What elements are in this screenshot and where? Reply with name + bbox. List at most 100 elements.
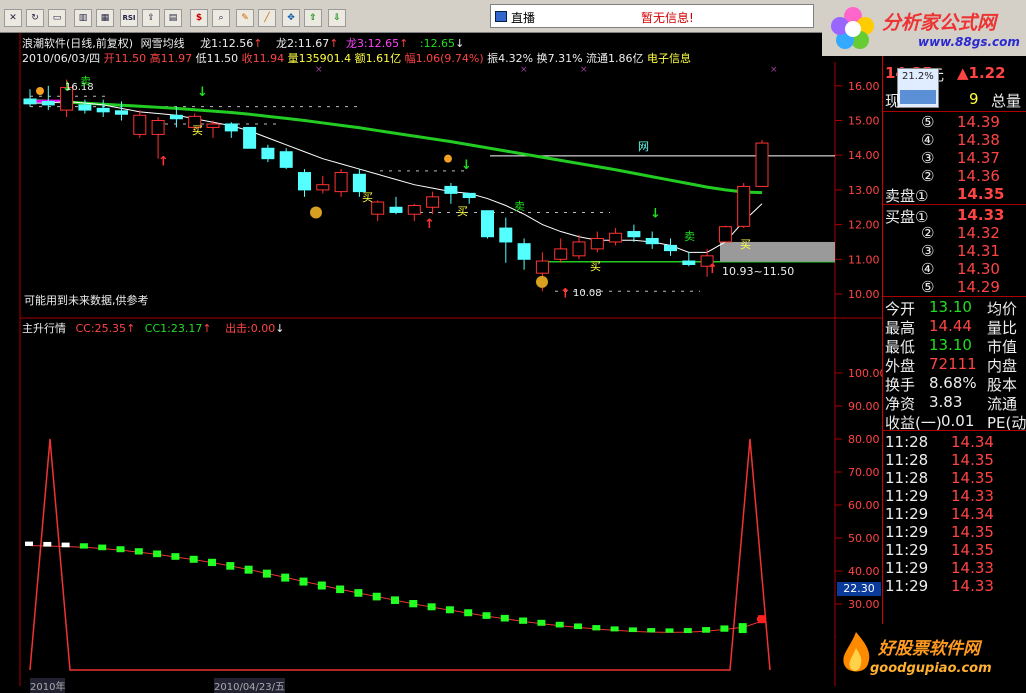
buy-arrow-icon: ↑ xyxy=(158,155,169,170)
bid-label: ② xyxy=(921,224,935,242)
cc-bar xyxy=(116,546,125,553)
ask-price: 14.36 xyxy=(957,167,1000,185)
cc-bar xyxy=(79,543,88,549)
buy-signal: 买 xyxy=(362,191,373,204)
cc-bar xyxy=(372,592,381,601)
candle-body xyxy=(664,244,677,252)
cc-bar xyxy=(738,623,747,634)
stat-label: 今开 xyxy=(885,300,916,318)
candle-body xyxy=(41,100,55,106)
tick-row: 11:29 14.33 xyxy=(883,577,1026,596)
cc-bar xyxy=(628,627,637,633)
price-tick-label: 10.00 xyxy=(848,288,880,301)
tick-time: 11:29 xyxy=(885,559,929,577)
tick-price: 14.34 xyxy=(951,505,994,523)
sub-tick-label: 90.00 xyxy=(848,400,880,413)
candle-body xyxy=(444,185,458,194)
price-tick-label: 16.00 xyxy=(848,80,880,93)
stat-label: 外盘 xyxy=(885,357,916,375)
tick-row: 11:29 14.35 xyxy=(883,523,1026,542)
ask-row: 卖盘① 14.35 xyxy=(883,185,1026,205)
bid-price: 14.31 xyxy=(957,242,1000,260)
tick-time: 11:28 xyxy=(885,433,929,451)
stat-row: 净资 3.83 流通 xyxy=(883,393,1026,413)
cc-bar xyxy=(153,550,162,558)
stat-value: 13.10 xyxy=(929,336,972,354)
cc-bar xyxy=(720,625,729,632)
cc-bar xyxy=(464,609,473,617)
cc-bar xyxy=(683,628,692,634)
sell-signal: 卖 xyxy=(80,75,91,88)
stat-label2: 流通 xyxy=(987,395,1018,413)
tick-price: 14.35 xyxy=(951,469,994,487)
candle-body xyxy=(78,104,92,111)
bid-price: 14.32 xyxy=(957,224,1000,242)
cc1-value: CC1:23.17 xyxy=(144,322,203,335)
cc-bar xyxy=(25,541,33,546)
cc-bar xyxy=(281,573,290,582)
ask-row: ④ 14.38 xyxy=(883,131,1026,150)
now-label: 现 xyxy=(885,92,901,110)
sub-tick-label: 80.00 xyxy=(848,433,880,446)
sell-arrow-icon: ↓ xyxy=(461,158,472,173)
candle-body xyxy=(609,232,623,243)
stat-row: 最高 14.44 量比 xyxy=(883,317,1026,337)
ask-price: 14.38 xyxy=(957,131,1000,149)
bid-row: ③ 14.31 xyxy=(883,242,1026,261)
cc-bar xyxy=(409,600,418,608)
cc-bar xyxy=(610,626,619,632)
candle-body xyxy=(371,201,385,215)
candle-body xyxy=(535,260,549,274)
tick-price: 14.33 xyxy=(951,487,994,505)
cc-bar xyxy=(391,596,399,605)
price-change: ▲1.22 xyxy=(957,64,1006,82)
sub-header: 主升行情 CC:25.35↑ CC1:23.17↑ 出击:0.00↓ xyxy=(22,322,285,335)
event-marker-icon: × xyxy=(315,65,323,75)
stat-label: 换手 xyxy=(885,376,916,394)
cc-bar xyxy=(61,542,70,548)
money-bag-icon xyxy=(536,275,548,288)
tick-row: 11:29 14.34 xyxy=(883,505,1026,524)
stat-label: 最低 xyxy=(885,338,916,356)
tick-row: 11:28 14.35 xyxy=(883,451,1026,470)
stat-label2: 市值 xyxy=(987,338,1018,356)
candle-body xyxy=(316,184,330,191)
range-label: 10.93~11.50 xyxy=(722,265,795,278)
candle-body xyxy=(298,172,311,191)
cc-bar xyxy=(354,589,363,597)
event-marker-icon: × xyxy=(520,65,528,75)
cc-bar xyxy=(43,541,52,547)
sub-cursor-value: 22.30 xyxy=(837,582,881,596)
cc-bar xyxy=(208,558,216,567)
tick-row: 11:28 14.35 xyxy=(883,469,1026,488)
stat-row: 换手 8.68% 股本 xyxy=(883,374,1026,394)
sub-tick-label: 100.00 xyxy=(848,367,887,380)
cc-bar xyxy=(555,621,564,628)
ask-label: 卖盘① xyxy=(885,187,929,205)
cc1-line xyxy=(29,545,763,633)
price-tick-label: 13.00 xyxy=(848,184,880,197)
candle-body xyxy=(279,151,293,168)
sub-indicator-name: 主升行情 xyxy=(22,322,66,335)
quote-panel: 14.35 元 ▲1.22 21.2% 现 9 总量 ⑤14.39④14.38③… xyxy=(882,56,1026,686)
tick-time: 11:29 xyxy=(885,505,929,523)
tick-price: 14.35 xyxy=(951,541,994,559)
tick-time: 11:28 xyxy=(885,451,929,469)
logo-bottom-title: 好股票软件网 xyxy=(878,639,980,659)
cc-bar xyxy=(592,625,601,631)
sub-tick-label: 40.00 xyxy=(848,565,880,578)
money-bag-icon xyxy=(310,206,322,219)
tick-time: 11:29 xyxy=(885,541,929,559)
bid-price: 14.29 xyxy=(957,278,1000,296)
cc-bar xyxy=(244,565,253,574)
event-marker-icon: × xyxy=(580,65,588,75)
mini-chart-pct: 21.2% xyxy=(902,71,934,82)
stat-value: 72111 xyxy=(929,355,977,373)
sell-arrow-icon: ↓ xyxy=(197,85,208,100)
ask-price: 14.35 xyxy=(957,185,1005,203)
stat-value: 0.01 xyxy=(941,412,975,430)
tick-price: 14.35 xyxy=(951,451,994,469)
candle-body xyxy=(645,237,659,245)
cc-value: CC:25.35 xyxy=(75,322,127,335)
buy-arrow-icon: ↑ xyxy=(424,217,435,232)
